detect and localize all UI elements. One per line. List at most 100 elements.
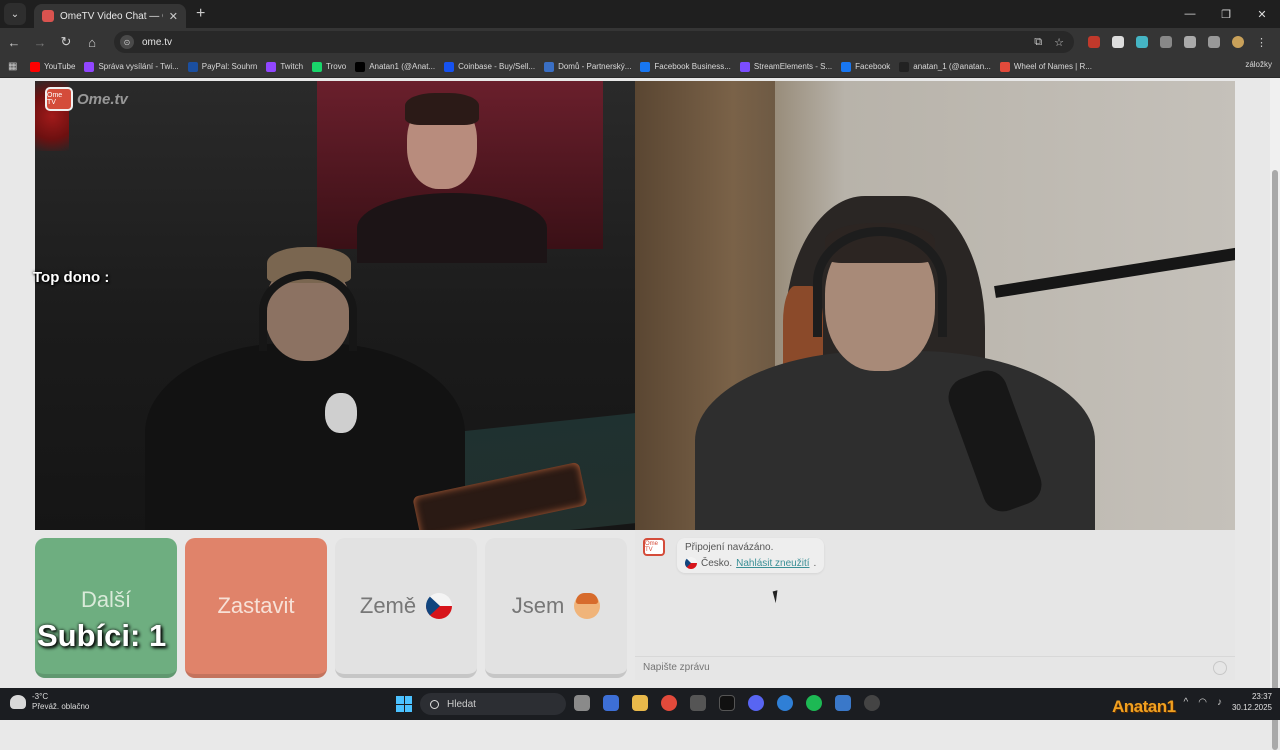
- active-tab[interactable]: OmeTV Video Chat — Ome ✕: [34, 4, 186, 28]
- tray-chevron-icon[interactable]: ^: [1184, 697, 1189, 708]
- gender-button[interactable]: Jsem: [485, 538, 627, 678]
- bookmark-item[interactable]: anatan_1 (@anatan...: [899, 61, 991, 72]
- tab-search-button[interactable]: ⌄: [4, 3, 26, 25]
- store-icon[interactable]: [603, 695, 619, 711]
- close-window-button[interactable]: ✕: [1244, 8, 1280, 21]
- bookmark-item[interactable]: Facebook: [841, 61, 891, 72]
- bookmark-favicon-icon: [444, 61, 455, 72]
- site-info-icon[interactable]: ⊙: [120, 35, 134, 49]
- bookmark-favicon-icon: [999, 61, 1010, 72]
- chrome-icon[interactable]: [661, 695, 677, 711]
- scroll-thumb[interactable]: [1272, 170, 1278, 750]
- bookmark-item[interactable]: Facebook Business...: [640, 61, 731, 72]
- spotify-icon[interactable]: [806, 695, 822, 711]
- bookmark-star-icon[interactable]: ☆: [1054, 36, 1064, 49]
- extension-red-icon[interactable]: [1088, 36, 1100, 48]
- stop-button[interactable]: Zastavit: [185, 538, 327, 678]
- shield-icon[interactable]: [835, 695, 851, 711]
- headphones: [813, 227, 947, 337]
- task-view-icon[interactable]: [574, 695, 590, 711]
- czech-flag-icon: [685, 557, 697, 569]
- chat-ometv-icon: Ome TV: [643, 538, 665, 556]
- forward-button[interactable]: →: [28, 35, 52, 50]
- clock[interactable]: 23:37 30.12.2025: [1232, 691, 1272, 713]
- url-text[interactable]: ome.tv: [142, 37, 1026, 48]
- extension-diamond-icon[interactable]: [1112, 36, 1124, 48]
- tab-bar: ⌄ OmeTV Video Chat — Ome ✕ + — ❐ ✕: [0, 0, 1280, 28]
- inset-person-hair: [405, 93, 479, 125]
- message-input[interactable]: [643, 662, 1213, 673]
- ometv-favicon-icon: [42, 10, 54, 22]
- bookmarks-bar: ▦ YouTube Správa vysílání - Twi... PayPal:…: [0, 56, 1280, 78]
- taskbar-search[interactable]: Hledat: [420, 693, 566, 715]
- volume-icon[interactable]: ♪: [1217, 697, 1222, 708]
- bookmark-item[interactable]: Coinbase - Buy/Sell...: [444, 61, 535, 72]
- cloud-icon: [10, 695, 26, 709]
- menu-dots-icon[interactable]: ⋮: [1256, 36, 1268, 49]
- local-video: [35, 81, 635, 530]
- wifi-icon[interactable]: ◠: [1198, 697, 1207, 708]
- bookmark-item[interactable]: Twitch: [266, 61, 303, 72]
- bookmarks-more[interactable]: záložky: [1245, 60, 1272, 69]
- app-blue-icon[interactable]: [777, 695, 793, 711]
- bookmark-item[interactable]: Správa vysílání - Twi...: [84, 61, 179, 72]
- address-bar[interactable]: ⊙ ome.tv ⧉ ☆: [114, 31, 1074, 53]
- ometv-logo[interactable]: Ome TV Ome.tv: [45, 87, 128, 111]
- stop-label: Zastavit: [217, 593, 295, 618]
- extension-tx-icon[interactable]: [1136, 36, 1148, 48]
- bookmark-favicon-icon: [355, 61, 366, 72]
- bookmark-label: Facebook Business...: [654, 62, 731, 71]
- bookmark-favicon-icon: [187, 61, 198, 72]
- back-button[interactable]: ←: [2, 35, 26, 50]
- restore-button[interactable]: ❐: [1208, 8, 1244, 21]
- remote-video: [635, 81, 1235, 530]
- bookmark-favicon-icon: [84, 61, 95, 72]
- bookmark-item[interactable]: Domů - Partnerský...: [544, 61, 632, 72]
- country-button[interactable]: Země: [335, 538, 477, 678]
- reload-button[interactable]: ↻: [54, 34, 78, 50]
- bookmark-item[interactable]: StreamElements - S...: [739, 61, 832, 72]
- home-button[interactable]: ⌂: [80, 35, 104, 50]
- obs-icon[interactable]: [690, 695, 706, 711]
- bookmark-label: Domů - Partnerský...: [558, 62, 632, 71]
- streamlabs-icon[interactable]: [719, 695, 735, 711]
- mic-arm: [994, 246, 1235, 298]
- bookmark-item[interactable]: YouTube: [30, 61, 75, 72]
- taskbar: -3°C Převáž. oblačno Hledat ^ ◠ ♪ 23:37 …: [0, 688, 1280, 720]
- bookmark-item[interactable]: Wheel of Names | R...: [999, 61, 1092, 72]
- weather-widget[interactable]: -3°C Převáž. oblačno: [10, 692, 89, 712]
- windows-start-icon[interactable]: [396, 696, 412, 712]
- system-tray: ^ ◠ ♪ 23:37 30.12.2025: [1184, 691, 1272, 713]
- report-abuse-link[interactable]: Nahlásit zneužití: [736, 558, 809, 569]
- bookmark-item[interactable]: Trovo: [312, 61, 346, 72]
- reading-list-icon[interactable]: [1208, 36, 1220, 48]
- weather-desc: Převáž. oblačno: [32, 702, 90, 711]
- bookmark-label: Facebook: [855, 62, 891, 71]
- top-donor-overlay: Top dono :: [33, 269, 110, 286]
- emoji-icon[interactable]: [1213, 660, 1227, 675]
- profile-avatar[interactable]: [1232, 36, 1244, 48]
- bookmark-favicon-icon: [739, 61, 750, 72]
- new-tab-button[interactable]: +: [196, 5, 205, 23]
- file-explorer-icon[interactable]: [632, 695, 648, 711]
- extensions-area: ⋮: [1088, 36, 1268, 49]
- bookmark-label: Wheel of Names | R...: [1013, 62, 1092, 71]
- next-button[interactable]: Další: [35, 538, 177, 678]
- app-gear-icon[interactable]: [864, 695, 880, 711]
- discord-icon[interactable]: [748, 695, 764, 711]
- page-scrollbar[interactable]: [1270, 78, 1280, 750]
- apps-grid-icon[interactable]: ▦: [8, 61, 20, 73]
- bookmark-item[interactable]: Anatan1 (@Anat...: [355, 61, 435, 72]
- ometv-tv-icon: Ome TV: [45, 87, 73, 111]
- install-app-icon[interactable]: ⧉: [1034, 36, 1042, 49]
- browser-toolbar: ← → ↻ ⌂ ⊙ ome.tv ⧉ ☆ ⋮: [0, 28, 1280, 56]
- bookmark-item[interactable]: PayPal: Souhrn: [187, 61, 257, 72]
- search-label: Hledat: [447, 698, 476, 710]
- minimize-button[interactable]: —: [1172, 8, 1208, 20]
- downloads-icon[interactable]: [1184, 36, 1196, 48]
- tab-title: OmeTV Video Chat — Ome: [60, 10, 163, 22]
- close-tab-icon[interactable]: ✕: [169, 10, 178, 23]
- bookmark-label: anatan_1 (@anatan...: [913, 62, 991, 71]
- boy-avatar-icon: [574, 593, 601, 619]
- extensions-puzzle-icon[interactable]: [1160, 36, 1172, 48]
